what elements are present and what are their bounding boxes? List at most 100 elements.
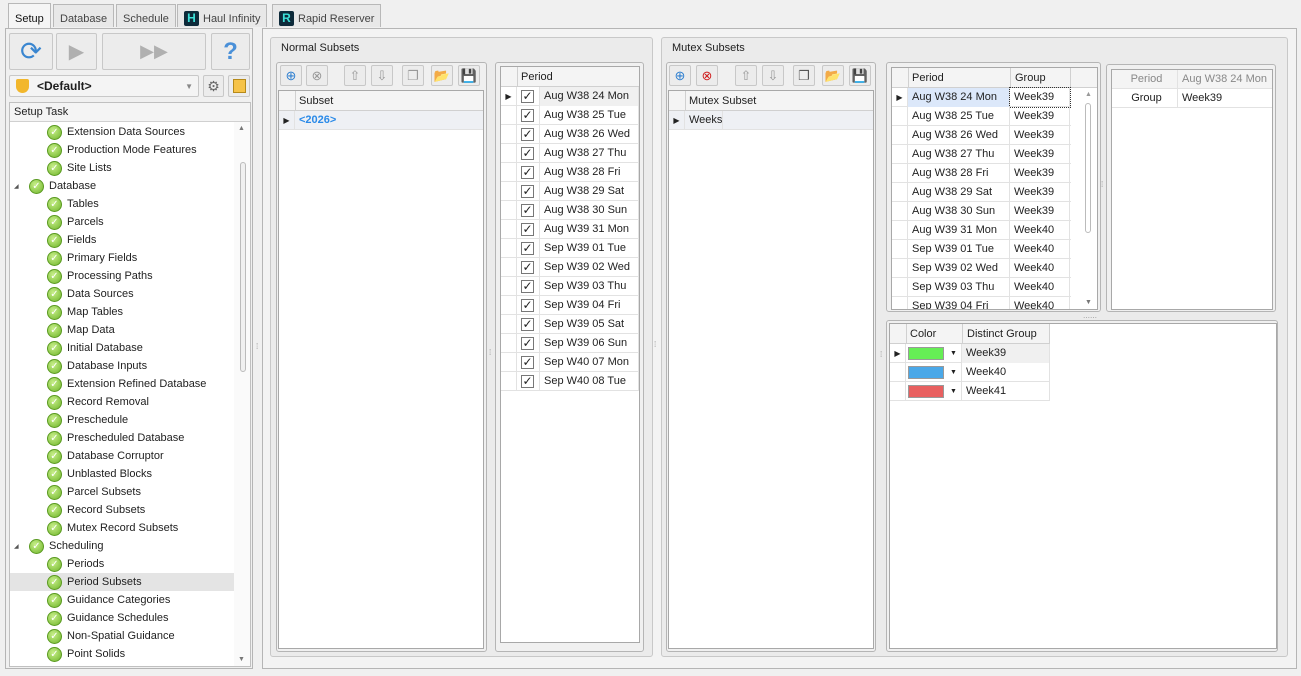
table-row[interactable]: Sep W39 04 Fri Week40 — [892, 296, 1071, 309]
tree-item[interactable]: ✓ Mutex Record Subsets — [47, 519, 178, 537]
splitter-grip[interactable]: ⁞ — [1101, 180, 1103, 189]
table-row[interactable]: ✓ Aug W39 31 Mon — [501, 219, 639, 239]
table-row[interactable]: Aug W38 26 Wed Week39 — [892, 125, 1071, 145]
color-column-header[interactable]: Color — [910, 328, 936, 340]
table-row[interactable]: Sep W39 03 Thu Week40 — [892, 277, 1071, 297]
tree-item[interactable]: ✓ Site Lists — [47, 159, 112, 177]
move-down-button[interactable]: ⇩ — [371, 65, 393, 86]
refresh-button[interactable]: ⟳ — [9, 33, 53, 70]
period-checkbox[interactable]: ✓ — [521, 241, 534, 255]
move-up-button[interactable]: ⇧ — [735, 65, 757, 86]
chevron-down-icon[interactable]: ▼ — [950, 388, 957, 395]
table-row[interactable]: Aug W38 25 Tue Week39 — [892, 106, 1071, 126]
add-button[interactable]: ⊕ — [669, 65, 691, 86]
period-checkbox[interactable]: ✓ — [521, 260, 534, 274]
group-cell[interactable]: Week39 — [1010, 163, 1070, 183]
table-row[interactable]: ✓ Sep W39 01 Tue — [501, 238, 639, 258]
move-down-button[interactable]: ⇩ — [762, 65, 784, 86]
table-row[interactable]: ✓ Aug W38 25 Tue — [501, 105, 639, 125]
distinct-group-column-header[interactable]: Distinct Group — [967, 328, 1037, 340]
tree-item[interactable]: ✓ Initial Database — [47, 339, 143, 357]
tree-item[interactable]: ◢ ✓ Database — [14, 177, 96, 195]
scroll-up-icon[interactable]: ▲ — [1085, 91, 1092, 98]
tree-item[interactable]: ✓ Extension Refined Database — [47, 375, 206, 393]
tree-item[interactable]: ✓ Tables — [47, 195, 99, 213]
mutex-subset-column-header[interactable]: Mutex Subset — [689, 95, 756, 107]
table-row[interactable]: ✓ Aug W38 30 Sun — [501, 200, 639, 220]
period-checkbox[interactable]: ✓ — [521, 203, 534, 217]
delete-button[interactable]: ⊗ — [306, 65, 328, 86]
table-row[interactable]: ✓ Aug W38 27 Thu — [501, 143, 639, 163]
color-picker[interactable]: ▼ — [906, 381, 962, 401]
tree-item[interactable]: ✓ Guidance Schedules — [47, 609, 169, 627]
chevron-down-icon[interactable]: ▼ — [950, 369, 957, 376]
period-checkbox[interactable]: ✓ — [521, 298, 534, 312]
tree-item[interactable]: ✓ Record Subsets — [47, 501, 145, 519]
profile-dropdown[interactable]: <Default> ▼ — [9, 75, 199, 97]
group-cell[interactable]: Week39 — [1010, 201, 1070, 221]
tree-item[interactable]: ✓ Map Tables — [47, 303, 123, 321]
tree-item[interactable]: ✓ Processing Paths — [47, 267, 153, 285]
group-cell[interactable]: Week40 — [1010, 258, 1070, 278]
table-row[interactable]: ▶ ✓ Aug W38 24 Mon — [501, 86, 639, 106]
period-checkbox[interactable]: ✓ — [521, 355, 534, 369]
group-cell[interactable]: Week39 — [1010, 125, 1070, 145]
table-row[interactable]: ▶ <2026> — [279, 110, 483, 130]
open-button[interactable]: 📂 — [431, 65, 453, 86]
group-cell[interactable]: Week39 — [1010, 144, 1070, 164]
table-row[interactable]: ✓ Sep W39 02 Wed — [501, 257, 639, 277]
table-row[interactable]: ✓ Sep W39 06 Sun — [501, 333, 639, 353]
tree-item[interactable]: ✓ Fields — [47, 231, 96, 249]
notes-button[interactable] — [228, 75, 250, 97]
tree-item[interactable]: ✓ Parcels — [47, 213, 104, 231]
period-column-header[interactable]: Period — [912, 72, 944, 84]
copy-button[interactable]: ❐ — [793, 65, 815, 86]
period-checkbox[interactable]: ✓ — [521, 222, 534, 236]
tab-rapid-reserver[interactable]: R Rapid Reserver — [272, 4, 382, 27]
tree-item[interactable]: ✓ Production Mode Features — [47, 141, 197, 159]
table-row[interactable]: ✓ Sep W40 07 Mon — [501, 352, 639, 372]
move-up-button[interactable]: ⇧ — [344, 65, 366, 86]
table-row[interactable]: Aug W38 27 Thu Week39 — [892, 144, 1071, 164]
table-row[interactable]: ▶ Aug W38 24 Mon Week39 — [892, 86, 1071, 108]
table-row[interactable]: ▼ Week40 — [890, 362, 1050, 382]
save-button[interactable]: 💾 — [458, 65, 480, 86]
save-button[interactable]: 💾 — [849, 65, 871, 86]
tree-item[interactable]: ✓ Parcel Subsets — [47, 483, 141, 501]
period-checkbox[interactable]: ✓ — [521, 279, 534, 293]
splitter-grip[interactable]: ⁞ — [489, 348, 491, 357]
group-cell[interactable]: Week40 — [1010, 220, 1070, 240]
tree-item[interactable]: ✓ Unblasted Blocks — [47, 465, 152, 483]
run-all-button[interactable]: ▶▶ — [102, 33, 206, 70]
table-row[interactable]: ✓ Aug W38 28 Fri — [501, 162, 639, 182]
tree-item[interactable]: ✓ Database Corruptor — [47, 447, 164, 465]
splitter-grip[interactable]: ⁞ — [654, 340, 656, 349]
tab-schedule[interactable]: Schedule — [116, 4, 176, 27]
scroll-down-icon[interactable]: ▼ — [1085, 299, 1092, 306]
group-cell[interactable]: Week40 — [1010, 277, 1070, 297]
color-picker[interactable]: ▼ — [906, 362, 962, 382]
tree-item[interactable]: ✓ Primary Fields — [47, 249, 137, 267]
color-picker[interactable]: ▼ — [906, 343, 962, 363]
subset-column-header[interactable]: Subset — [299, 95, 333, 107]
tree-item[interactable]: ◢ ✓ Scheduling — [14, 537, 103, 555]
tree-item[interactable]: ✓ Data Sources — [47, 285, 134, 303]
period-checkbox[interactable]: ✓ — [521, 184, 534, 198]
tree-item[interactable]: ✓ Periods — [47, 555, 104, 573]
tree-item[interactable]: ✓ Map Data — [47, 321, 115, 339]
period-checkbox[interactable]: ✓ — [521, 89, 534, 103]
period-checkbox[interactable]: ✓ — [521, 108, 534, 122]
tree-item[interactable]: ✓ Database Inputs — [47, 357, 147, 375]
table-row[interactable]: Aug W38 30 Sun Week39 — [892, 201, 1071, 221]
delete-button[interactable]: ⊗ — [696, 65, 718, 86]
scroll-up-icon[interactable]: ▲ — [238, 125, 245, 132]
tab-setup[interactable]: Setup — [8, 3, 51, 28]
table-row[interactable]: ✓ Sep W39 05 Sat — [501, 314, 639, 334]
scroll-thumb[interactable] — [1085, 103, 1091, 233]
splitter-grip[interactable]: ⁞ — [880, 350, 882, 359]
tab-database[interactable]: Database — [53, 4, 115, 27]
table-row[interactable]: ✓ Sep W40 08 Tue — [501, 371, 639, 391]
table-row[interactable]: ✓ Sep W39 04 Fri — [501, 295, 639, 315]
tab-haul-infinity[interactable]: H Haul Infinity — [177, 4, 268, 27]
table-row[interactable]: ✓ Aug W38 26 Wed — [501, 124, 639, 144]
